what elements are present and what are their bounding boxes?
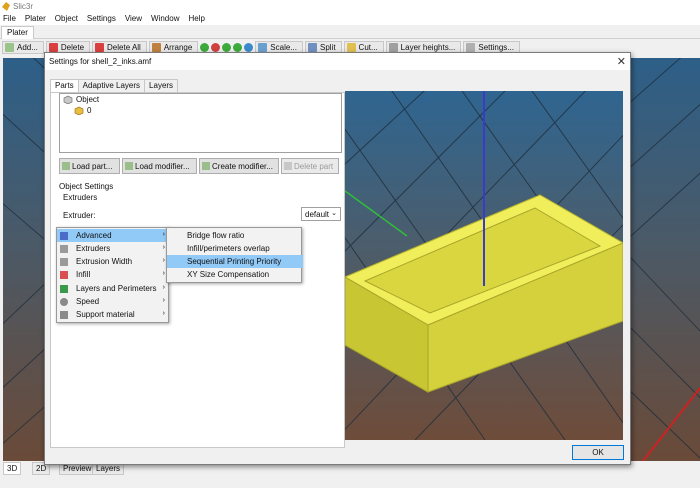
submenu-item-infill-perimeters-overlap[interactable]: Infill/perimeters overlap [167,242,303,255]
scale-icon [258,42,268,52]
extruder-select[interactable]: default ⌄ [301,207,341,221]
add-setting-context-menu: Advanced › Extruders › Extrusion Width ›… [56,227,170,323]
menu-help[interactable]: Help [188,14,204,23]
settings-icon [466,42,476,52]
close-icon[interactable]: ✕ [617,55,626,68]
tab-plater[interactable]: Plater [1,26,34,39]
delete-all-icon [95,42,105,52]
menu-item-advanced[interactable]: Advanced › [57,229,170,242]
advanced-submenu: Bridge flow ratio Infill/perimeters over… [166,227,303,283]
increase-copies-icon[interactable] [200,42,210,52]
submenu-arrow-icon: › [162,257,165,264]
submenu-item-xy-size-compensation[interactable]: XY Size Compensation [167,268,303,281]
create-modifier-button[interactable]: Create modifier... [199,158,279,174]
menu-file[interactable]: File [3,14,16,23]
part-icon [74,106,84,115]
infill-icon [60,270,68,279]
menu-window[interactable]: Window [151,14,179,23]
brick-delete-icon [284,162,292,170]
parts-tree[interactable]: Object 0 [59,93,342,153]
funnel-icon [60,257,68,266]
tab-parts[interactable]: Parts [50,79,79,93]
clock-icon [60,297,68,306]
menubar: File Plater Object Settings View Window … [0,12,700,25]
slic3r-logo-icon [2,1,10,11]
layers-icon [60,284,68,293]
layers-icon [388,42,398,52]
tab-layers[interactable]: Layers [144,79,179,92]
app-titlebar: Slic3r [0,0,700,12]
ok-button[interactable]: OK [572,445,624,460]
load-modifier-button[interactable]: Load modifier... [122,158,197,174]
decrease-copies-icon[interactable] [211,42,221,52]
extruder-label: Extruder: [63,211,96,220]
brick-add-icon [62,162,70,170]
split-icon [307,42,317,52]
part-preview-3d[interactable] [345,91,623,440]
submenu-arrow-icon: › [162,244,165,251]
menu-item-extruders[interactable]: Extruders › [57,242,170,255]
funnel-icon [60,244,68,253]
wand-icon [60,231,68,240]
add-icon [5,42,14,52]
submenu-arrow-icon: › [162,231,165,238]
rotate-left-icon[interactable] [222,42,232,52]
submenu-item-bridge-flow-ratio[interactable]: Bridge flow ratio [167,229,303,242]
app-title: Slic3r [13,1,34,11]
tree-item-object[interactable]: Object [63,95,99,104]
submenu-arrow-icon: › [162,310,165,317]
rotate-right-icon[interactable] [233,42,243,52]
add-button[interactable]: Add... [2,40,44,54]
submenu-arrow-icon: › [162,284,165,291]
object-icon [63,95,73,104]
brick-add-icon [125,162,133,170]
menu-view[interactable]: View [125,14,142,23]
brick-add-icon [202,162,210,170]
main-tabstrip: Plater [0,25,700,39]
menu-item-support-material[interactable]: Support material › [57,308,170,321]
dialog-title: Settings for shell_2_inks.amf [49,57,152,66]
tab-adaptive-layers[interactable]: Adaptive Layers [77,79,146,92]
dialog-tabs: Parts Adaptive Layers Layers [50,79,179,93]
tab-3d[interactable]: 3D [3,462,22,475]
object-settings-label: Object Settings [59,182,114,191]
menu-item-infill[interactable]: Infill › [57,268,170,281]
arrange-icon [151,42,161,52]
menu-item-extrusion-width[interactable]: Extrusion Width › [57,255,170,268]
submenu-item-sequential-printing-priority[interactable]: Sequential Printing Priority [167,255,303,268]
rotate-icon[interactable] [244,42,254,52]
tree-item-part[interactable]: 0 [74,106,91,115]
view-tabs: 3D 2D Preview Layers [0,462,700,488]
support-icon [60,310,68,319]
cut-icon [346,42,356,52]
preview-scene [345,91,623,440]
dialog-titlebar: Settings for shell_2_inks.amf ✕ [45,53,630,70]
load-part-button[interactable]: Load part... [59,158,120,174]
tree-item-label: Object [76,95,100,104]
delete-icon [48,42,58,52]
menu-item-layers-and-perimeters[interactable]: Layers and Perimeters › [57,282,170,295]
submenu-arrow-icon: › [162,270,165,277]
delete-part-button[interactable]: Delete part [281,158,339,174]
menu-object[interactable]: Object [55,14,78,23]
chevron-down-icon: ⌄ [331,210,337,217]
menu-item-speed[interactable]: Speed › [57,295,170,308]
submenu-arrow-icon: › [162,297,165,304]
menu-plater[interactable]: Plater [25,14,46,23]
extruder-select-value: default [305,209,330,219]
menu-settings[interactable]: Settings [87,14,116,23]
tree-item-label: 0 [87,106,92,115]
extruders-group-label: Extruders [63,193,98,202]
